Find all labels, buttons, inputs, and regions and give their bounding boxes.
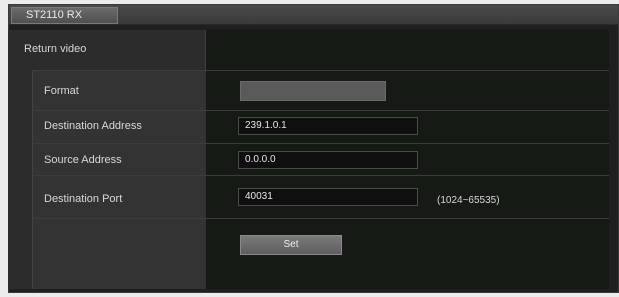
divider xyxy=(32,218,609,219)
destination-port-input[interactable]: 40031 xyxy=(238,188,418,206)
destination-port-label: Destination Port xyxy=(44,193,123,205)
divider xyxy=(32,70,609,71)
sub-label-column xyxy=(32,70,206,289)
source-address-input[interactable]: 0.0.0.0 xyxy=(238,151,418,169)
title-bar: ST2110 RX xyxy=(9,5,618,25)
format-label: Format xyxy=(44,85,79,97)
format-select[interactable] xyxy=(240,81,386,101)
divider xyxy=(32,143,609,144)
divider xyxy=(32,110,609,111)
tab-st2110-rx[interactable]: ST2110 RX xyxy=(11,7,118,24)
set-button[interactable]: Set xyxy=(240,235,342,255)
section-heading: Return video xyxy=(24,43,87,55)
port-range-note: (1024~65535) xyxy=(437,195,500,206)
destination-address-input[interactable]: 239.1.0.1 xyxy=(238,117,418,135)
page-background: ST2110 RX Return video Format Destinatio… xyxy=(0,0,619,297)
destination-address-label: Destination Address xyxy=(44,120,142,132)
source-address-label: Source Address xyxy=(44,154,122,166)
divider xyxy=(32,175,609,176)
